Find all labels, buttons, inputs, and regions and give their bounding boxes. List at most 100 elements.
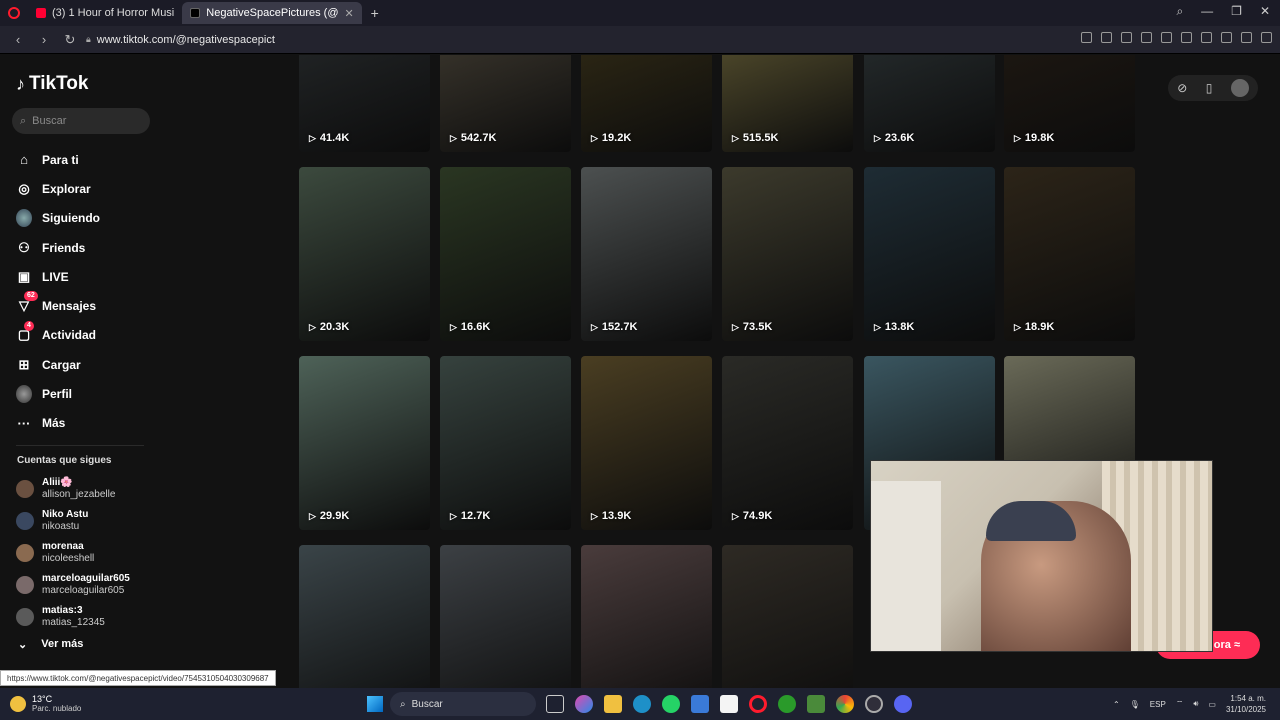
- sidebar-icon[interactable]: [1261, 32, 1272, 43]
- video-thumbnail[interactable]: ▷ 73.5K: [722, 167, 853, 341]
- url-field[interactable]: www.tiktok.com/@negativespacepict: [97, 34, 275, 46]
- sidebar-item-perfil[interactable]: Perfil: [16, 379, 100, 408]
- play-icon[interactable]: [1161, 32, 1172, 43]
- forward-icon[interactable]: ›: [34, 32, 54, 47]
- sidebar-item-mas[interactable]: ··· Más: [16, 409, 100, 438]
- following-account[interactable]: marceloaguilar605 marceloaguilar605: [16, 569, 130, 601]
- obs-icon[interactable]: [865, 695, 883, 713]
- device-icon[interactable]: ▯: [1206, 81, 1213, 95]
- minimize-button[interactable]: —: [1201, 4, 1213, 19]
- see-more-button[interactable]: ⌄ Ver más: [18, 638, 83, 651]
- close-window-button[interactable]: ✕: [1260, 4, 1270, 19]
- video-thumbnail[interactable]: ▷ 13.8K: [864, 167, 995, 341]
- extension-icon[interactable]: [1141, 32, 1152, 43]
- video-thumbnail[interactable]: ▷ 515.5K: [722, 55, 853, 152]
- tiktok-note-icon: ♪: [16, 73, 25, 94]
- view-count-text: 19.8K: [1024, 132, 1055, 144]
- video-thumbnail[interactable]: [581, 545, 712, 688]
- new-tab-button[interactable]: +: [366, 4, 384, 22]
- opera-logo-icon[interactable]: [8, 7, 20, 19]
- video-thumbnail[interactable]: ▷ 542.7K: [440, 55, 571, 152]
- sidebar-item-mensajes[interactable]: ▽ 62 Mensajes: [16, 291, 100, 320]
- following-account[interactable]: matias:3 matias_12345: [16, 601, 130, 633]
- profile-icon[interactable]: [1221, 32, 1232, 43]
- sidebar-item-para-ti[interactable]: ⌂ Para ti: [16, 145, 100, 174]
- start-button[interactable]: [367, 696, 383, 712]
- task-view-icon[interactable]: [546, 695, 564, 713]
- profile-avatar[interactable]: [1230, 79, 1249, 97]
- wifi-icon[interactable]: ⌔: [1176, 699, 1184, 709]
- sidebar-item-friends[interactable]: ⚇ Friends: [16, 233, 100, 262]
- notepad-icon[interactable]: [720, 695, 738, 713]
- account-name: Niko Astu: [42, 509, 89, 520]
- compass-icon[interactable]: ⊘: [1177, 81, 1187, 95]
- sidebar-item-live[interactable]: ▣ LIVE: [16, 262, 100, 291]
- tiktok-logo[interactable]: ♪ TikTok: [16, 73, 88, 95]
- video-thumbnail[interactable]: ▷ 74.9K: [722, 356, 853, 530]
- view-count-text: 23.6K: [884, 132, 915, 144]
- video-thumbnail[interactable]: [722, 545, 853, 688]
- chrome-icon[interactable]: [836, 695, 854, 713]
- account-name: Aliii🌸: [42, 477, 73, 488]
- shield-icon[interactable]: [1121, 32, 1132, 43]
- following-account[interactable]: Niko Astu nikoastu: [16, 505, 130, 537]
- download-icon[interactable]: [1201, 32, 1212, 43]
- play-icon: ▷: [309, 510, 316, 521]
- avatar: [16, 608, 34, 626]
- weather-widget[interactable]: 13°C Parc. nublado: [10, 694, 81, 714]
- video-thumbnail[interactable]: ▷ 12.7K: [440, 356, 571, 530]
- view-count: ▷ 41.4K: [309, 132, 349, 144]
- whatsapp-icon[interactable]: [662, 695, 680, 713]
- microphone-icon[interactable]: 🎙︎: [1130, 700, 1140, 709]
- video-thumbnail[interactable]: ▷ 23.6K: [864, 55, 995, 152]
- video-thumbnail[interactable]: ▷ 16.6K: [440, 167, 571, 341]
- tab-tiktok[interactable]: NegativeSpacePictures (@ ✕: [182, 2, 362, 24]
- opera-icon[interactable]: [749, 695, 767, 713]
- battery-icon[interactable]: ▭: [1208, 700, 1216, 709]
- discord-icon[interactable]: [894, 695, 912, 713]
- camera-icon[interactable]: [1101, 32, 1112, 43]
- edit-icon[interactable]: [1081, 32, 1092, 43]
- video-thumbnail[interactable]: [440, 545, 571, 688]
- video-thumbnail[interactable]: ▷ 19.2K: [581, 55, 712, 152]
- webcam-shelf: [871, 481, 941, 651]
- video-thumbnail[interactable]: ▷ 19.8K: [1004, 55, 1135, 152]
- xbox-icon[interactable]: [778, 695, 796, 713]
- sidebar-item-cargar[interactable]: ⊞ Cargar: [16, 350, 100, 379]
- sidebar-item-siguiendo[interactable]: Siguiendo: [16, 204, 100, 233]
- video-thumbnail[interactable]: ▷ 152.7K: [581, 167, 712, 341]
- edge-icon[interactable]: [633, 695, 651, 713]
- copilot-icon[interactable]: [575, 695, 593, 713]
- maximize-button[interactable]: ❐: [1231, 4, 1242, 19]
- chevron-up-icon[interactable]: ⌃: [1113, 700, 1120, 709]
- back-icon[interactable]: ‹: [8, 32, 28, 47]
- tab-youtube[interactable]: (3) 1 Hour of Horror Musi: [28, 2, 182, 24]
- account-name: marceloaguilar605: [42, 573, 130, 584]
- sidebar-item-explorar[interactable]: ◎ Explorar: [16, 174, 100, 203]
- volume-icon[interactable]: 🔊︎: [1193, 699, 1198, 709]
- file-explorer-icon[interactable]: [604, 695, 622, 713]
- language-indicator[interactable]: ESP: [1150, 700, 1166, 709]
- clock[interactable]: 1:54 a. m. 31/10/2025: [1226, 693, 1266, 715]
- taskbar-search[interactable]: ⌕ Buscar: [390, 692, 536, 716]
- sidebar-item-actividad[interactable]: ▢ 4 Actividad: [16, 320, 100, 350]
- following-account[interactable]: Aliii🌸 allison_jezabelle: [16, 473, 130, 505]
- video-thumbnail[interactable]: ▷ 29.9K: [299, 356, 430, 530]
- view-count: ▷ 152.7K: [591, 321, 637, 333]
- video-thumbnail[interactable]: ▷ 41.4K: [299, 55, 430, 152]
- close-tab-icon[interactable]: ✕: [345, 7, 354, 20]
- video-thumbnail[interactable]: [299, 545, 430, 688]
- tab-title: NegativeSpacePictures (@: [206, 7, 339, 19]
- video-thumbnail[interactable]: ▷ 13.9K: [581, 356, 712, 530]
- video-thumbnail[interactable]: ▷ 20.3K: [299, 167, 430, 341]
- reload-icon[interactable]: ↻: [60, 32, 80, 48]
- store-icon[interactable]: [691, 695, 709, 713]
- avatar: [16, 544, 34, 562]
- minecraft-icon[interactable]: [807, 695, 825, 713]
- following-account[interactable]: morenaa nicoleeshell: [16, 537, 130, 569]
- heart-icon[interactable]: [1181, 32, 1192, 43]
- video-thumbnail[interactable]: ▷ 18.9K: [1004, 167, 1135, 341]
- search-tabs-icon[interactable]: ⌕: [1176, 4, 1183, 19]
- menu-icon[interactable]: [1241, 32, 1252, 43]
- search-input[interactable]: ⌕ Buscar: [12, 108, 150, 134]
